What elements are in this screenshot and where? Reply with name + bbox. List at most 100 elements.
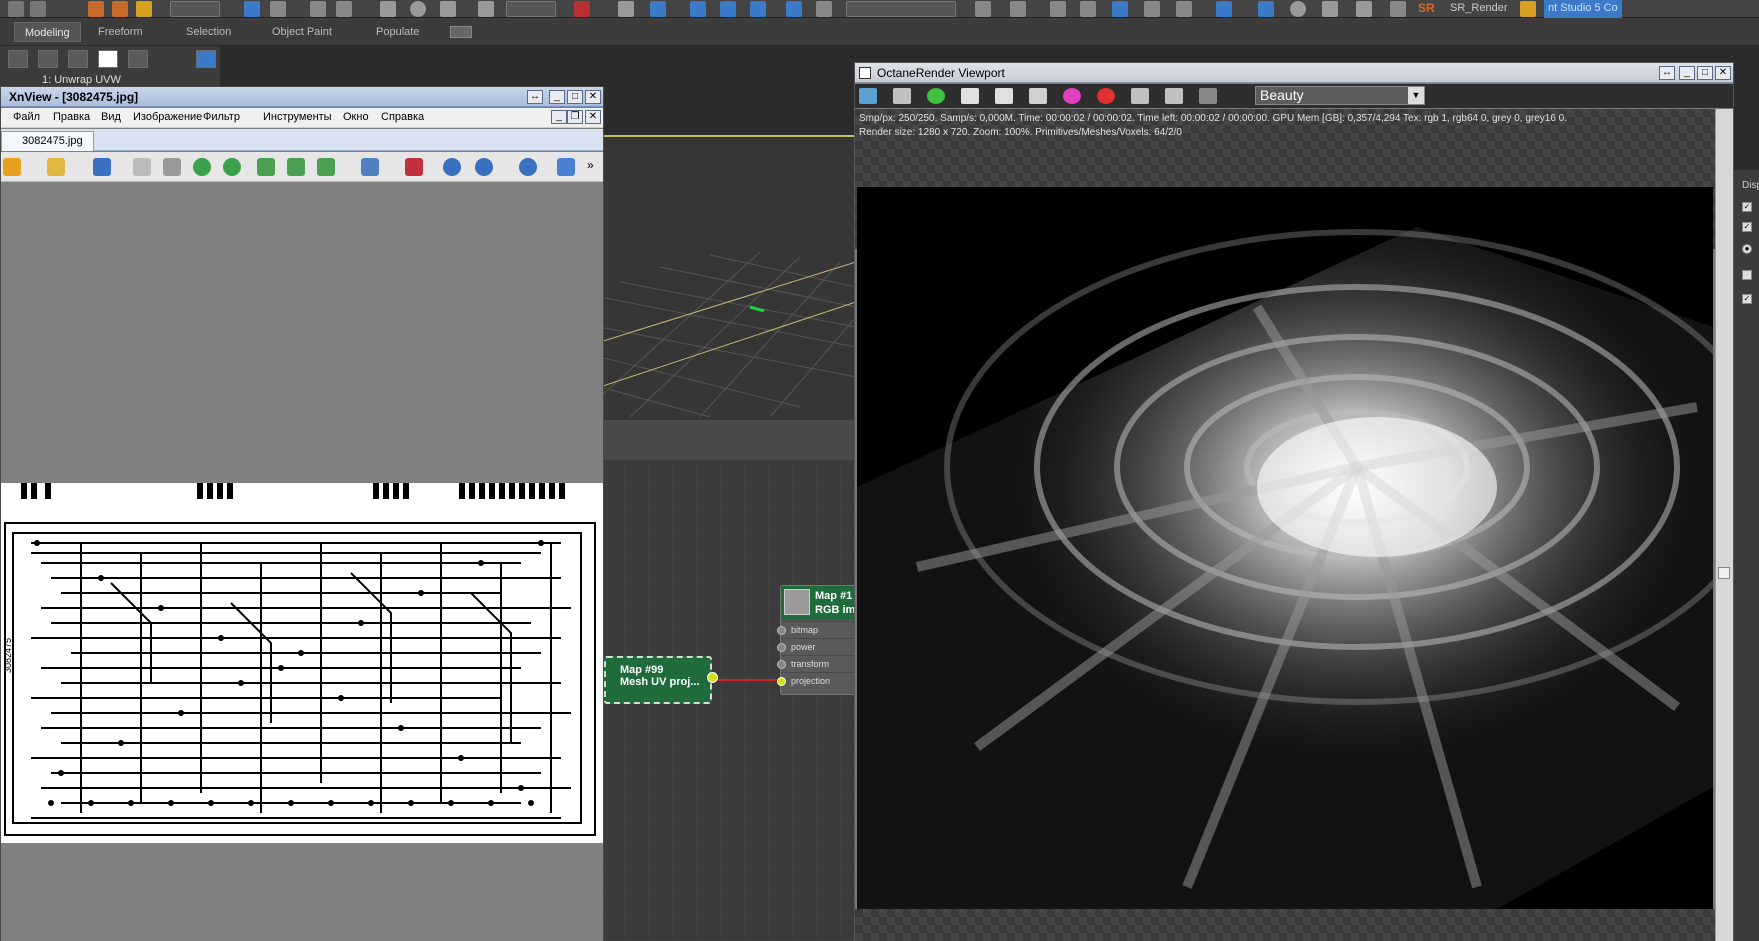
- color-picker-icon[interactable]: [1063, 88, 1081, 104]
- zoom-out-icon[interactable]: [519, 158, 537, 176]
- convert-icon[interactable]: [287, 158, 305, 176]
- redo-icon[interactable]: [30, 1, 46, 17]
- selection-filter-dropdown[interactable]: [170, 1, 220, 17]
- render-iterative-icon[interactable]: [1356, 1, 1372, 17]
- render-production-icon[interactable]: [1322, 1, 1338, 17]
- sr-render-label[interactable]: SR_Render: [1450, 2, 1507, 14]
- octane-close-icon[interactable]: ✕: [1715, 66, 1731, 80]
- unlink-icon[interactable]: [112, 1, 128, 17]
- octane-titlebar[interactable]: OctaneRender Viewport ↔ _ □ ✕: [855, 63, 1733, 83]
- ribbon-options-dropdown[interactable]: [450, 26, 472, 38]
- menu-window[interactable]: Окно: [343, 111, 369, 123]
- minimize-icon[interactable]: _: [549, 90, 565, 104]
- restart-render-icon[interactable]: [927, 88, 945, 104]
- batch-icon[interactable]: [317, 158, 335, 176]
- image-canvas[interactable]: 3082475: [1, 183, 603, 941]
- menu-file[interactable]: Файл: [13, 111, 40, 123]
- mdi-minimize-icon[interactable]: _: [551, 110, 567, 124]
- zoom-in-icon[interactable]: [443, 158, 461, 176]
- select-object-icon[interactable]: [244, 1, 260, 17]
- bind-space-warp-icon[interactable]: [136, 1, 152, 17]
- percent-snap-icon[interactable]: [750, 1, 766, 17]
- tab-populate[interactable]: Populate: [366, 22, 429, 42]
- zoom-fit-icon[interactable]: [475, 158, 493, 176]
- render-pass-select[interactable]: Beauty ▼: [1255, 86, 1425, 105]
- tab-modeling[interactable]: Modeling: [14, 22, 81, 42]
- border-icon[interactable]: [68, 50, 88, 68]
- mdi-restore-icon[interactable]: ❐: [567, 110, 583, 124]
- save-render-icon[interactable]: [1165, 88, 1183, 104]
- port-bitmap[interactable]: bitmap: [777, 621, 857, 638]
- scrollbar-thumb[interactable]: [1718, 567, 1730, 579]
- select-and-rotate-icon[interactable]: [410, 1, 426, 17]
- manipulate-icon[interactable]: [618, 1, 634, 17]
- option-checkbox-3[interactable]: [1742, 270, 1752, 280]
- placement-icon[interactable]: [478, 1, 494, 17]
- vertical-scrollbar[interactable]: [1715, 109, 1733, 941]
- spinner-snap-icon[interactable]: [786, 1, 802, 17]
- port-transform[interactable]: transform: [777, 655, 857, 672]
- octane-studio-button[interactable]: nt Studio 5 Co: [1544, 0, 1622, 18]
- material-editor-icon[interactable]: [1216, 1, 1232, 17]
- rendered-frame-window-icon[interactable]: [1290, 1, 1306, 17]
- option-checkbox-1[interactable]: ✓: [1742, 202, 1752, 212]
- align-icon[interactable]: [1010, 1, 1026, 17]
- pivot-icon[interactable]: [574, 1, 590, 17]
- select-and-move-icon[interactable]: [380, 1, 396, 17]
- select-by-name-icon[interactable]: [270, 1, 286, 17]
- curve-editor-icon[interactable]: [1144, 1, 1160, 17]
- send-scene-icon[interactable]: [859, 88, 877, 104]
- print-icon[interactable]: [133, 158, 151, 176]
- tab-object-paint[interactable]: Object Paint: [262, 22, 342, 42]
- rotate-left-icon[interactable]: [193, 158, 211, 176]
- perspective-viewport[interactable]: [599, 135, 857, 420]
- menu-filter[interactable]: Фильтр: [203, 111, 240, 123]
- schematic-view-icon[interactable]: [1176, 1, 1192, 17]
- maximize-icon[interactable]: □: [567, 90, 583, 104]
- link-icon[interactable]: [88, 1, 104, 17]
- render-setup-icon[interactable]: [1258, 1, 1274, 17]
- option-radio[interactable]: ●: [1742, 244, 1752, 254]
- mdi-close-icon[interactable]: ✕: [585, 110, 601, 124]
- tab-freeform[interactable]: Freeform: [88, 22, 153, 42]
- previous-icon[interactable]: [557, 158, 575, 176]
- camera-view-icon[interactable]: [1199, 88, 1217, 104]
- slideshow-icon[interactable]: [405, 158, 423, 176]
- keyboard-shortcut-override-icon[interactable]: [650, 1, 666, 17]
- element-icon[interactable]: [128, 50, 148, 68]
- octane-maximize-icon[interactable]: □: [1697, 66, 1713, 80]
- mesh-node-output-port[interactable]: [707, 672, 718, 683]
- edit-named-selections-icon[interactable]: [816, 1, 832, 17]
- angle-snap-icon[interactable]: [720, 1, 736, 17]
- close-icon[interactable]: ✕: [585, 90, 601, 104]
- port-power[interactable]: power: [777, 638, 857, 655]
- xnview-titlebar[interactable]: XnView - [3082475.jpg] ↔ _ □ ✕: [1, 87, 603, 107]
- undo-icon[interactable]: [8, 1, 24, 17]
- bitmap-port-dot[interactable]: [777, 626, 786, 635]
- copy-icon[interactable]: [893, 88, 911, 104]
- pause-icon[interactable]: [995, 88, 1013, 104]
- layer-manager-icon[interactable]: [1080, 1, 1096, 17]
- export-icon[interactable]: [257, 158, 275, 176]
- polygon-icon[interactable]: [98, 50, 118, 68]
- menu-edit[interactable]: Правка: [53, 111, 90, 123]
- vertex-icon[interactable]: [8, 50, 28, 68]
- warning-icon[interactable]: [1520, 1, 1536, 17]
- menu-help[interactable]: Справка: [381, 111, 424, 123]
- tab-selection[interactable]: Selection: [176, 22, 241, 42]
- select-and-scale-icon[interactable]: [440, 1, 456, 17]
- region-render-icon[interactable]: [1097, 88, 1115, 104]
- port-projection[interactable]: projection: [777, 672, 857, 689]
- window-crossing-icon[interactable]: [336, 1, 352, 17]
- modify-panel-icon[interactable]: [196, 50, 216, 68]
- ribbon-toggle-icon[interactable]: [1112, 1, 1128, 17]
- octane-minimize-icon[interactable]: _: [1679, 66, 1695, 80]
- render-in-cloud-icon[interactable]: [1390, 1, 1406, 17]
- option-checkbox-2[interactable]: ✓: [1742, 222, 1752, 232]
- auto-focus-icon[interactable]: [1029, 88, 1047, 104]
- lock-icon[interactable]: [961, 88, 979, 104]
- transform-port-dot[interactable]: [777, 660, 786, 669]
- open-folder-icon[interactable]: [47, 158, 65, 176]
- render-output-image[interactable]: [857, 187, 1713, 909]
- chevron-down-icon[interactable]: ▼: [1408, 87, 1424, 104]
